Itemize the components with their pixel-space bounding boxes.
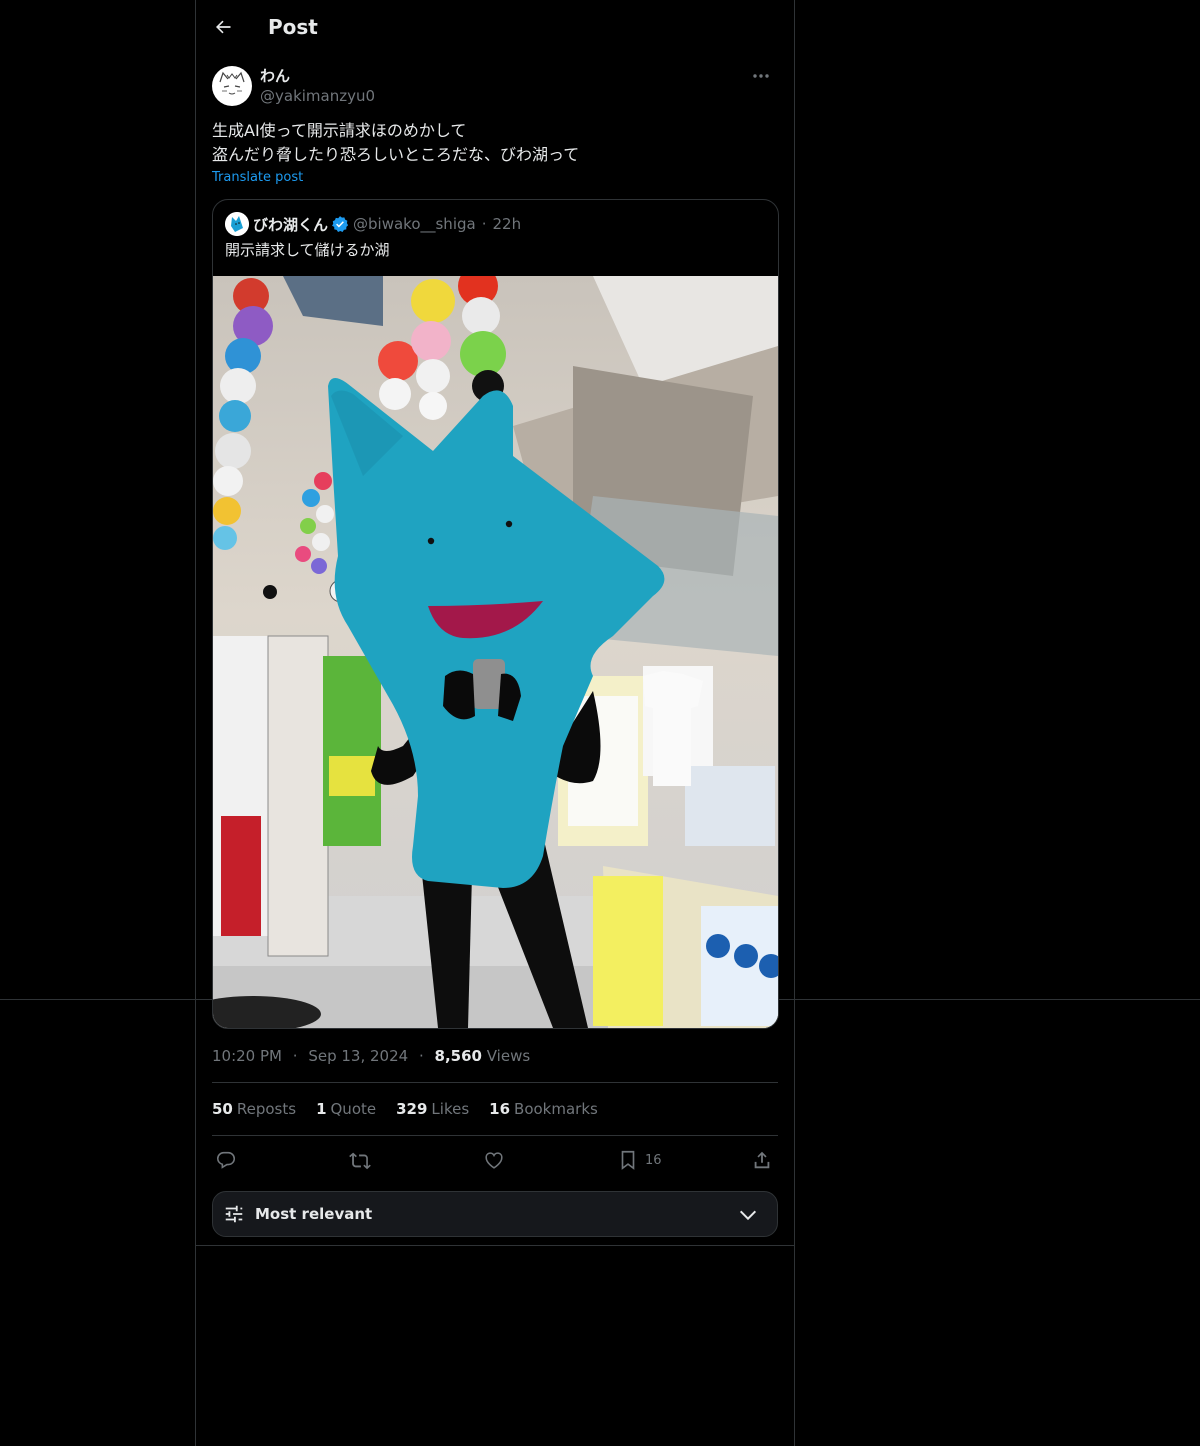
- action-bar: 16: [212, 1146, 778, 1174]
- divider: [212, 1082, 778, 1083]
- back-arrow-icon: [216, 20, 231, 34]
- back-button[interactable]: [206, 10, 240, 44]
- reposts-stat[interactable]: 50 Reposts: [212, 1099, 296, 1119]
- quoted-display-name[interactable]: びわ湖くん: [253, 214, 328, 235]
- mascot-avatar-icon: [225, 212, 249, 236]
- quotes-stat[interactable]: 1 Quote: [316, 1099, 376, 1119]
- quoted-post-header: びわ湖くん @biwako__shiga · 22h: [225, 212, 521, 236]
- author-display-name[interactable]: わん: [260, 66, 375, 86]
- reposts-count: 50: [212, 1100, 233, 1118]
- author-names: わん @yakimanzyu0: [260, 66, 375, 106]
- author-handle[interactable]: @yakimanzyu0: [260, 86, 375, 106]
- divider: [212, 1135, 778, 1136]
- repost-button[interactable]: [349, 1146, 371, 1174]
- reposts-label: Reposts: [236, 1100, 297, 1118]
- quoted-post-text: 開示請求して儲けるか湖: [225, 241, 390, 259]
- repost-icon: [349, 1152, 371, 1170]
- chevron-down-icon: [739, 1210, 757, 1221]
- quotes-label: Quote: [330, 1100, 377, 1118]
- engagement-stats: 50 Reposts 1 Quote 329 Likes 16 Bookmarks: [212, 1099, 618, 1119]
- sort-label: Most relevant: [255, 1205, 373, 1223]
- bookmark-count: 16: [645, 1152, 662, 1168]
- page-title: Post: [268, 15, 318, 39]
- post-date[interactable]: Sep 13, 2024: [308, 1047, 408, 1065]
- divider: [196, 1245, 794, 1246]
- bookmarks-stat[interactable]: 16 Bookmarks: [489, 1099, 598, 1119]
- separator-dot: ·: [292, 1047, 298, 1065]
- post-text-line: 生成AI使って開示請求ほのめかして: [212, 121, 467, 140]
- cat-face-avatar-icon: [219, 71, 245, 95]
- avatar[interactable]: [212, 66, 252, 106]
- bookmarks-count: 16: [489, 1100, 511, 1118]
- views-label: Views: [486, 1047, 531, 1065]
- quoted-handle[interactable]: @biwako__shiga: [353, 215, 476, 233]
- replies-sort-dropdown[interactable]: Most relevant: [212, 1191, 778, 1237]
- heart-icon: [485, 1152, 503, 1169]
- bookmarks-label: Bookmarks: [514, 1100, 598, 1118]
- quotes-count: 1: [316, 1100, 327, 1118]
- likes-count: 329: [396, 1100, 428, 1118]
- verified-badge-icon: [331, 215, 349, 233]
- reply-icon: [216, 1151, 236, 1169]
- bookmark-icon: [621, 1150, 635, 1170]
- post-metadata: 10:20 PM · Sep 13, 2024 · 8,560 Views: [212, 1046, 530, 1066]
- translate-post-link[interactable]: Translate post: [212, 170, 303, 185]
- likes-stat[interactable]: 329 Likes: [396, 1099, 469, 1119]
- more-options-button[interactable]: [744, 64, 778, 88]
- post-text: 生成AI使って開示請求ほのめかして 盗んだり脅したり恐ろしいところだな、びわ湖っ…: [212, 119, 778, 167]
- likes-label: Likes: [431, 1100, 470, 1118]
- views-count: 8,560: [434, 1047, 482, 1065]
- sliders-icon: [225, 1205, 243, 1223]
- share-button[interactable]: [751, 1146, 773, 1174]
- post-time[interactable]: 10:20 PM: [212, 1047, 282, 1065]
- post-text-line: 盗んだり脅したり恐ろしいところだな、びわ湖って: [212, 145, 580, 164]
- share-icon: [754, 1151, 770, 1169]
- separator-dot: ·: [418, 1047, 424, 1065]
- separator-dot: ·: [481, 215, 487, 233]
- more-dots-icon: [753, 74, 769, 78]
- post-author: わん @yakimanzyu0: [212, 64, 778, 108]
- quoted-time[interactable]: 22h: [492, 215, 521, 233]
- quoted-post-photo[interactable]: [213, 276, 778, 1028]
- bookmark-button[interactable]: 16: [617, 1146, 662, 1174]
- mascot-costume-photo: [213, 276, 778, 1028]
- main-column: Post わん @yakimanzyu0 生成AI使って開示請求ほのめかして 盗…: [195, 0, 795, 1446]
- quoted-post[interactable]: びわ湖くん @biwako__shiga · 22h 開示請求して儲けるか湖: [212, 199, 779, 1029]
- top-bar: Post: [196, 0, 794, 54]
- like-button[interactable]: [483, 1146, 505, 1174]
- reply-button[interactable]: [215, 1146, 237, 1174]
- quoted-avatar[interactable]: [225, 212, 249, 236]
